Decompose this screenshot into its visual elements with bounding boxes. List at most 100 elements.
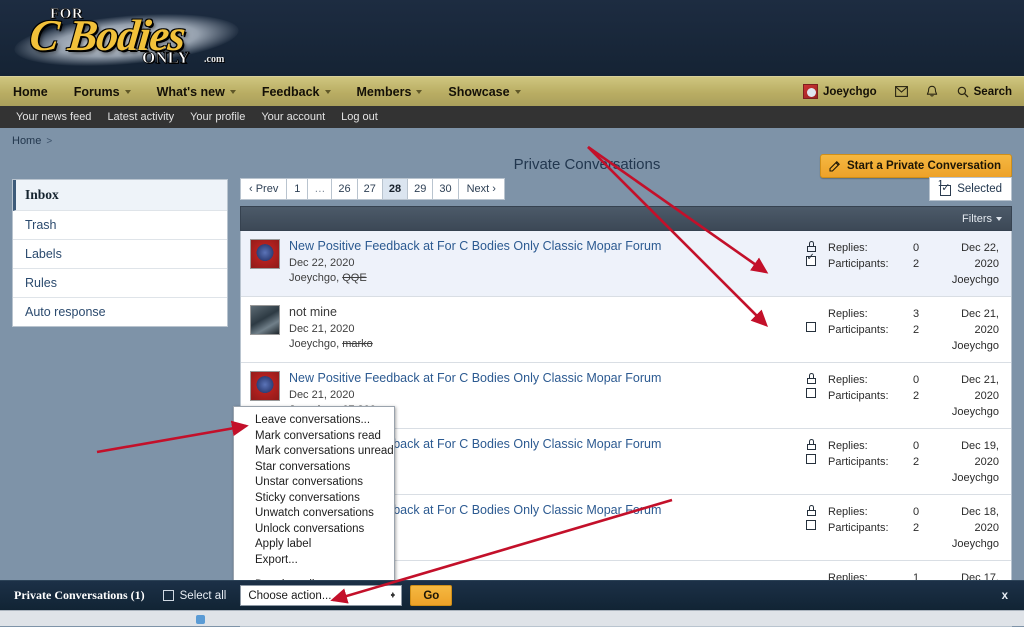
nav-item-forums[interactable]: Forums xyxy=(61,77,144,106)
search-button[interactable]: Search xyxy=(947,77,1024,106)
choose-action-value: Choose action... xyxy=(248,590,331,602)
last-message-user[interactable]: Joeychgo xyxy=(939,338,999,354)
envelope-icon[interactable] xyxy=(887,77,917,106)
last-message-user[interactable]: Joeychgo xyxy=(939,404,999,420)
participants-label: Participants: xyxy=(828,256,893,272)
last-message-user[interactable]: Joeychgo xyxy=(939,470,999,486)
conversation-select-checkbox[interactable] xyxy=(806,520,816,530)
sidebar-item-inbox[interactable]: Inbox xyxy=(13,180,227,211)
conversation-folders-sidebar: InboxTrashLabelsRulesAuto response xyxy=(12,179,228,327)
participant-primary: Joeychgo, xyxy=(289,272,342,284)
dropdown-item-unwatch-conversations[interactable]: Unwatch conversations xyxy=(234,506,394,522)
conversation-meta: Replies:Participants:02Dec 18, 2020Joeyc… xyxy=(801,503,1001,552)
selected-filter-button[interactable]: 1 Selected xyxy=(929,177,1012,201)
bulk-action-dropdown-menu[interactable]: Leave conversations...Mark conversations… xyxy=(233,406,395,599)
site-logo[interactable]: FOR C Bodies ONLY .com xyxy=(14,2,244,74)
select-all-control[interactable]: Select all xyxy=(163,590,227,602)
pagination-page-26[interactable]: 26 xyxy=(331,178,357,200)
pagination-page-27[interactable]: 27 xyxy=(357,178,383,200)
account-nav-item-latest-activity[interactable]: Latest activity xyxy=(99,106,182,128)
conversation-meta-labels: Replies:Participants: xyxy=(821,240,893,272)
account-nav-item-your-news-feed[interactable]: Your news feed xyxy=(8,106,99,128)
conversation-title[interactable]: New Positive Feedback at For C Bodies On… xyxy=(289,239,795,254)
dropdown-item-export[interactable]: Export... xyxy=(234,553,394,569)
conversation-select-checkbox[interactable] xyxy=(806,388,816,398)
selected-label: Selected xyxy=(957,183,1002,195)
participants-count: 2 xyxy=(893,256,939,272)
pagination-prev[interactable]: ‹ Prev xyxy=(240,178,287,200)
pagination-next[interactable]: Next › xyxy=(458,178,505,200)
choose-action-select[interactable]: Choose action... ▲▼ xyxy=(240,585,402,606)
logo-com-text: .com xyxy=(204,54,224,65)
start-private-conversation-button[interactable]: Start a Private Conversation xyxy=(820,154,1012,178)
account-nav-item-log-out[interactable]: Log out xyxy=(333,106,386,128)
nav-item-showcase[interactable]: Showcase xyxy=(435,77,533,106)
dropdown-item-unstar-conversations[interactable]: Unstar conversations xyxy=(234,475,394,491)
conversation-main: New Positive Feedback at For C Bodies On… xyxy=(289,239,801,284)
nav-item-label: Forums xyxy=(74,85,120,99)
conversation-select-checkbox[interactable] xyxy=(806,454,816,464)
replies-count: 0 xyxy=(893,438,939,454)
dropdown-item-apply-label[interactable]: Apply label xyxy=(234,537,394,553)
chevron-down-icon xyxy=(325,90,331,94)
replies-count: 0 xyxy=(893,372,939,388)
nav-item-label: Feedback xyxy=(262,85,320,99)
dropdown-item-mark-conversations-unread[interactable]: Mark conversations unread xyxy=(234,444,394,460)
main-layout-row: InboxTrashLabelsRulesAuto response ‹ Pre… xyxy=(12,177,1012,627)
breadcrumb-home[interactable]: Home xyxy=(12,135,41,147)
conversation-row[interactable]: New Positive Feedback at For C Bodies On… xyxy=(241,231,1011,297)
participants-count: 2 xyxy=(893,520,939,536)
pagination-page-28[interactable]: 28 xyxy=(382,178,408,200)
sidebar-item-auto-response[interactable]: Auto response xyxy=(13,298,227,326)
filters-button[interactable]: Filters xyxy=(962,213,1002,225)
conversation-title[interactable]: New Positive Feedback at For C Bodies On… xyxy=(289,371,795,386)
breadcrumb: Home > xyxy=(0,128,1024,150)
close-action-bar-button[interactable]: x xyxy=(994,590,1016,602)
bulk-action-title: Private Conversations (1) xyxy=(14,588,145,603)
nav-item-home[interactable]: Home xyxy=(0,77,61,106)
nav-item-feedback[interactable]: Feedback xyxy=(249,77,344,106)
conversation-title[interactable]: not mine xyxy=(289,305,795,320)
nav-item-label: Members xyxy=(357,85,412,99)
conversation-meta: Replies:Participants:02Dec 22, 2020Joeyc… xyxy=(801,239,1001,288)
conversation-date: Dec 21, 2020 xyxy=(289,323,795,335)
bell-icon[interactable] xyxy=(917,77,947,106)
sidebar-item-trash[interactable]: Trash xyxy=(13,211,227,240)
pagination-page-1[interactable]: 1 xyxy=(286,178,308,200)
pagination-page-30[interactable]: 30 xyxy=(432,178,458,200)
sidebar-item-rules[interactable]: Rules xyxy=(13,269,227,298)
pagination-page-29[interactable]: 29 xyxy=(407,178,433,200)
dropdown-item-unlock-conversations[interactable]: Unlock conversations xyxy=(234,522,394,538)
sidebar-item-labels[interactable]: Labels xyxy=(13,240,227,269)
conversation-row[interactable]: not mineDec 21, 2020Joeychgo, markoRepli… xyxy=(241,297,1011,363)
last-message-user[interactable]: Joeychgo xyxy=(939,272,999,288)
dropdown-item-mark-conversations-read[interactable]: Mark conversations read xyxy=(234,429,394,445)
conversation-participants: Joeychgo, marko xyxy=(289,338,795,350)
dropdown-item-star-conversations[interactable]: Star conversations xyxy=(234,460,394,476)
select-all-checkbox[interactable] xyxy=(163,590,174,601)
nav-item-what-s-new[interactable]: What's new xyxy=(144,77,249,106)
conversation-meta-values: 02 xyxy=(893,504,939,536)
nav-item-members[interactable]: Members xyxy=(344,77,436,106)
primary-navigation: Home Forums What's new Feedback Members Showc… xyxy=(0,76,1024,106)
replies-label: Replies: xyxy=(828,240,893,256)
conversation-select-checkbox[interactable] xyxy=(806,322,816,332)
conversation-participants: Joeychgo, QQE xyxy=(289,272,795,284)
account-nav-item-your-profile[interactable]: Your profile xyxy=(182,106,253,128)
account-nav-item-your-account[interactable]: Your account xyxy=(253,106,333,128)
replies-count: 0 xyxy=(893,504,939,520)
lock-icon xyxy=(807,505,816,516)
dropdown-item-sticky-conversations[interactable]: Sticky conversations xyxy=(234,491,394,507)
conversation-select-checkbox[interactable] xyxy=(806,256,816,266)
replies-label: Replies: xyxy=(828,372,893,388)
conversation-meta-icons xyxy=(801,372,821,398)
participant-primary: Joeychgo, xyxy=(289,338,342,350)
dropdown-item-leave-conversations[interactable]: Leave conversations... xyxy=(234,413,394,429)
select-all-label: Select all xyxy=(180,590,227,602)
last-message-user[interactable]: Joeychgo xyxy=(939,536,999,552)
conversation-date: Dec 22, 2020 xyxy=(289,257,795,269)
go-button[interactable]: Go xyxy=(410,585,452,606)
user-menu-button[interactable]: Joeychgo xyxy=(793,77,887,106)
nav-item-label: Showcase xyxy=(448,85,509,99)
conversation-last-activity: Dec 21, 2020Joeychgo xyxy=(939,306,1001,354)
